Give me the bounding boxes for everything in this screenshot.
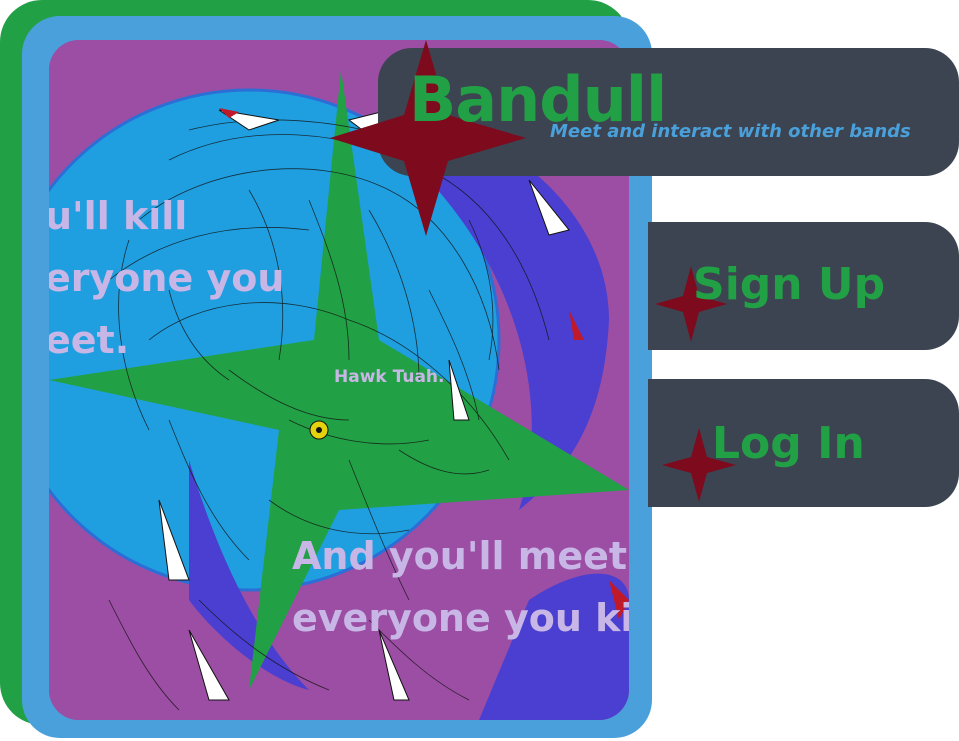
lyric-bottom-line-2: everyone you kil bbox=[292, 596, 629, 640]
landing-page: u'll kill eryone you eet. Hawk Tuah. And… bbox=[0, 0, 959, 741]
lyric-top-line-3: eet. bbox=[49, 318, 130, 362]
lyric-top-line-1: u'll kill bbox=[49, 194, 188, 238]
lyric-top-line-2: eryone you bbox=[49, 256, 285, 300]
login-button-label[interactable]: Log In bbox=[712, 418, 865, 469]
lyric-top-block: u'll kill eryone you eet. bbox=[49, 185, 284, 371]
brand-tagline: Meet and interact with other bands bbox=[550, 121, 911, 142]
artwork-caption: Hawk Tuah. bbox=[334, 367, 445, 387]
lyric-bottom-block: And you'll meet everyone you kil bbox=[292, 525, 629, 649]
lyric-bottom-line-1: And you'll meet bbox=[292, 534, 628, 578]
signup-button-label[interactable]: Sign Up bbox=[693, 259, 885, 310]
